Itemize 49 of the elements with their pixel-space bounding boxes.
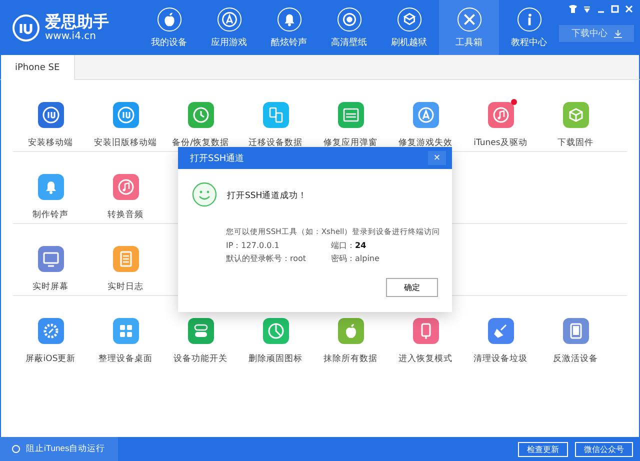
close-icon[interactable] [624,4,634,14]
logo-icon [12,14,40,42]
tool-button[interactable]: 实时屏幕 [13,246,88,293]
tool-button[interactable]: 抹除所有数据 [313,318,388,365]
footer-button[interactable]: 检查更新 [518,442,568,456]
device-tab[interactable]: iPhone SE [1,55,75,80]
tool-button[interactable]: 转换音频 [88,174,163,221]
shirt-icon[interactable] [568,4,578,14]
tool-button[interactable]: 屏蔽iOS更新 [13,318,88,365]
ssh-info-text: IP：127.0.0.1 [226,240,280,251]
nav-tab[interactable]: 高清壁纸 [319,0,379,55]
nav-tab[interactable]: 我的设备 [139,0,199,55]
tool-button[interactable]: 进入恢复模式 [388,318,463,365]
ssh-info-text: 端口：24 [331,240,368,251]
nav-tab[interactable]: 酷炫铃声 [259,0,319,55]
close-button[interactable]: × [428,151,446,165]
smiley-icon [192,182,217,207]
tool-button[interactable]: 清理设备垃圾 [463,318,538,365]
success-heading: 打开SSH通道成功！ [227,190,308,203]
download-icon [614,30,622,38]
dropdown-icon[interactable] [582,4,592,14]
app-store-icon [216,6,242,32]
nav-tab[interactable]: 刷机越狱 [379,0,439,55]
itunes-toggle[interactable]: 阻止iTunes自动运行 [0,437,118,461]
bell-icon [276,6,302,32]
dialog-title: 打开SSH通道 [190,152,244,164]
maximize-icon[interactable] [610,4,620,14]
nav-tab[interactable]: 教程中心 [499,0,559,55]
tool-button[interactable]: 下载固件 [538,102,613,149]
box-icon [396,6,422,32]
tool-button[interactable]: iTunes及驱动 [463,102,538,149]
ssh-info-text: 密码：alpine [331,253,380,264]
website-url: www.i4.cn [45,30,97,42]
ok-button[interactable]: 确定 [386,278,438,297]
tool-button[interactable]: 设备功能开关 [163,318,238,365]
brand-name: 爱思助手 [45,12,109,30]
tool-button[interactable]: 反激活设备 [538,318,613,365]
nav-tab[interactable]: 工具箱 [439,0,499,55]
info-icon [516,6,542,32]
apple-icon [156,6,182,32]
tool-button[interactable]: 安装旧版移动端 [88,102,163,149]
tool-button[interactable]: 实时日志 [88,246,163,293]
footer-button[interactable]: 微信公众号 [575,442,633,456]
tool-button[interactable]: 删除顽固图标 [238,318,313,365]
nav-tab[interactable]: 应用游戏 [199,0,259,55]
tool-button[interactable]: 整理设备桌面 [88,318,163,365]
ssh-info-text: 默认的登录帐号：root [226,253,308,264]
tool-button[interactable]: 安装移动端 [13,102,88,149]
tool-button[interactable]: 制作铃声 [13,174,88,221]
